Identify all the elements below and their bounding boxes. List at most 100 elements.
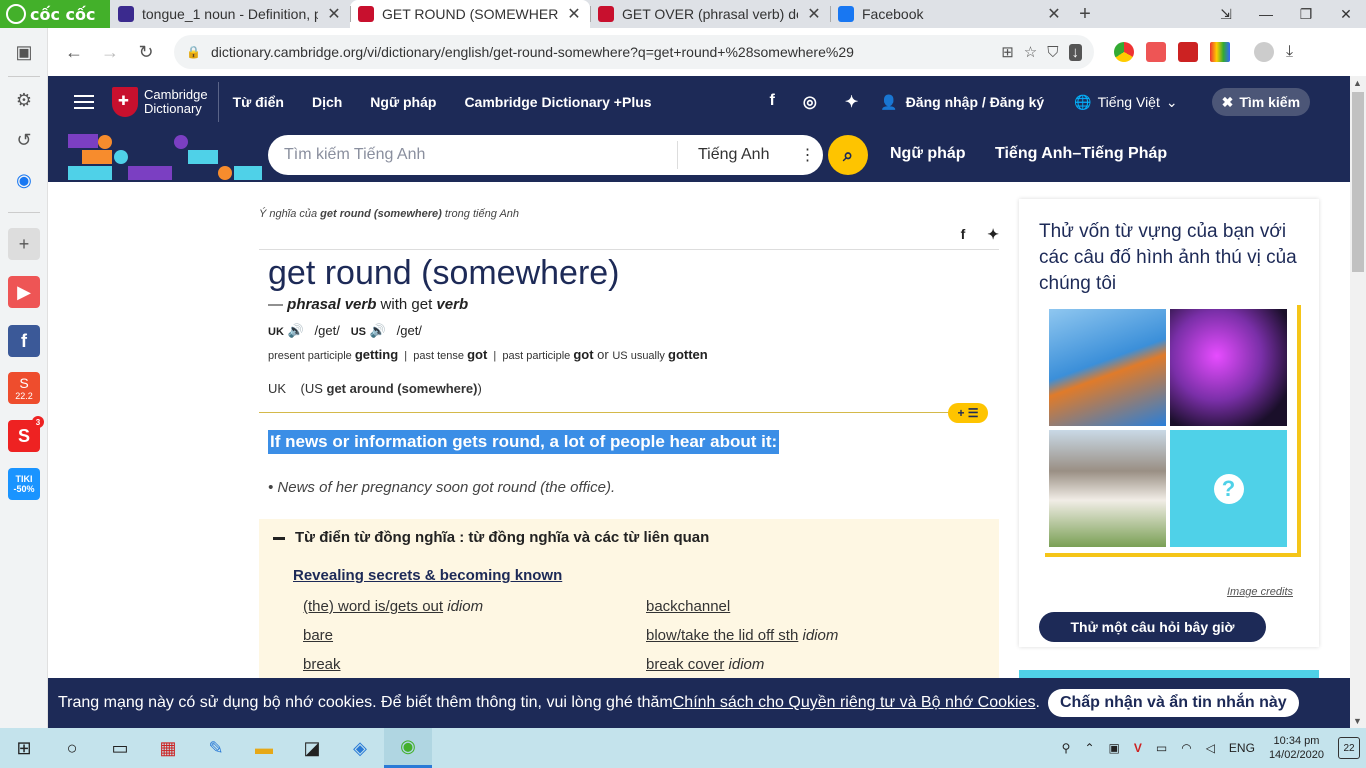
share-facebook-icon[interactable]: f	[961, 226, 966, 243]
thesaurus-item[interactable]: bare	[303, 627, 333, 644]
close-tab-icon[interactable]: ✕	[326, 4, 342, 24]
menu-hamburger-icon[interactable]	[74, 91, 94, 113]
translate-icon[interactable]: ⊞	[1001, 43, 1014, 61]
input-language[interactable]: ENG	[1229, 741, 1255, 755]
bookmark-star-icon[interactable]: ☆	[1024, 43, 1037, 61]
scroll-down-icon[interactable]: ▼	[1353, 716, 1362, 726]
browser-tab-4[interactable]: Facebook ✕	[830, 0, 1070, 28]
uk-audio-icon[interactable]: 🔊	[288, 323, 304, 338]
chrome-ext-icon[interactable]	[1114, 42, 1134, 62]
battery-icon[interactable]: ▭	[1156, 741, 1167, 755]
minimize-button[interactable]: —	[1246, 0, 1286, 28]
volume-icon[interactable]: ◁	[1206, 741, 1215, 755]
close-tab-icon[interactable]: ✕	[806, 4, 822, 24]
power-ext-icon[interactable]	[1178, 42, 1198, 62]
header-search-button[interactable]: ✖ Tìm kiếm	[1211, 88, 1311, 116]
playhouse-image[interactable]	[1049, 430, 1166, 547]
app-icon[interactable]: ▦	[144, 728, 192, 768]
messenger-icon[interactable]: ◉	[8, 164, 40, 196]
language-selector[interactable]: 🌐 Tiếng Việt ⌄	[1074, 94, 1177, 111]
nav-grammar[interactable]: Ngữ pháp	[370, 94, 436, 110]
facebook-app-icon[interactable]: f	[8, 325, 40, 357]
search-input[interactable]: Tìm kiếm Tiếng Anh Tiếng Anh ⋮	[268, 135, 823, 175]
restore-button[interactable]: ❐	[1286, 0, 1326, 28]
back-arrow-icon[interactable]: ←	[56, 42, 92, 63]
thesaurus-category[interactable]: Revealing secrets & becoming known	[293, 567, 562, 584]
thesaurus-toggle[interactable]: Từ điển từ đồng nghĩa : từ đồng nghĩa và…	[273, 529, 709, 546]
browser-tab-2[interactable]: GET ROUND (SOMEWHERE) | ✕	[350, 0, 590, 28]
youtube-icon[interactable]: ▶	[8, 276, 40, 308]
thesaurus-item[interactable]: backchannel	[646, 598, 730, 615]
search-submit-button[interactable]: ⌕	[828, 135, 868, 175]
paint-icon[interactable]: ✎	[192, 728, 240, 768]
url-field[interactable]: 🔒 dictionary.cambridge.org/vi/dictionary…	[174, 35, 1094, 69]
history-icon[interactable]: ↺	[8, 124, 40, 156]
reload-icon[interactable]: ↻	[128, 42, 164, 63]
close-window-button[interactable]: ✕	[1326, 0, 1366, 28]
english-french-link[interactable]: Tiếng Anh–Tiếng Pháp	[995, 145, 1167, 163]
pos-verb[interactable]: verb	[436, 296, 468, 313]
clock[interactable]: 10:34 pm 14/02/2020	[1269, 734, 1324, 762]
new-tab-button[interactable]: +	[1070, 0, 1100, 28]
image-credits-link[interactable]: Image credits	[1227, 586, 1293, 598]
login-link[interactable]: 👤 Đăng nhập / Đăng ký	[880, 94, 1044, 111]
shield-icon[interactable]: ⛉	[1047, 44, 1058, 61]
download-page-icon[interactable]: ↓	[1068, 43, 1082, 61]
page-scrollbar[interactable]: ▲ ▼	[1350, 76, 1366, 728]
forward-arrow-icon[interactable]: →	[92, 42, 128, 63]
sticky-notes-icon[interactable]: ◪	[288, 728, 336, 768]
settings-gear-icon[interactable]: ⚙	[8, 84, 40, 116]
thesaurus-item[interactable]: blow/take the lid off sth idiom	[646, 627, 838, 644]
close-tab-icon[interactable]: ✕	[566, 4, 582, 24]
twitter-icon[interactable]: ✦	[845, 92, 858, 112]
tray-app-icon[interactable]: ▣	[1109, 741, 1120, 755]
sidebar-toggle-icon[interactable]: ▣	[8, 36, 40, 68]
cambridge-logo[interactable]: Cambridge Dictionary	[112, 87, 208, 117]
waterslide-image[interactable]	[1049, 309, 1166, 426]
wifi-icon[interactable]: ◠	[1181, 741, 1191, 755]
color-ext-icon[interactable]	[1210, 42, 1230, 62]
app-icon[interactable]: ◈	[336, 728, 384, 768]
thesaurus-item[interactable]: break cover idiom	[646, 656, 764, 673]
add-to-wordlist-button[interactable]: + ☰	[948, 403, 988, 423]
privacy-policy-link[interactable]: Chính sách cho Quyền riêng tư và Bộ nhớ …	[673, 694, 1036, 712]
people-icon[interactable]: ⚲	[1062, 741, 1071, 755]
action-center-icon[interactable]: 22	[1338, 737, 1360, 759]
scroll-up-icon[interactable]: ▲	[1353, 78, 1362, 88]
sendo-icon[interactable]: S 3	[8, 416, 44, 452]
file-explorer-icon[interactable]: ▬	[240, 728, 288, 768]
share-twitter-icon[interactable]: ✦	[987, 226, 999, 243]
nav-plus[interactable]: Cambridge Dictionary +Plus	[464, 94, 651, 110]
add-app-icon[interactable]: +	[8, 228, 40, 260]
task-view-icon[interactable]: ▭	[96, 728, 144, 768]
chevron-up-icon[interactable]: ⌃	[1084, 741, 1094, 755]
facebook-icon[interactable]: f	[770, 92, 775, 112]
shopee-icon[interactable]: S 22.2	[8, 372, 40, 404]
profile-avatar[interactable]	[1254, 42, 1274, 62]
coccoc-taskbar-icon[interactable]: ◉	[384, 728, 432, 768]
windows-start-icon[interactable]: ⊞	[0, 728, 48, 768]
cortana-icon[interactable]: ○	[48, 728, 96, 768]
us-audio-icon[interactable]: 🔊	[370, 323, 386, 338]
instagram-icon[interactable]: ◎	[803, 92, 817, 112]
adblock-ext-icon[interactable]	[1146, 42, 1166, 62]
tab-search-icon[interactable]: ⇲	[1206, 0, 1246, 28]
dictionary-select[interactable]: Tiếng Anh ⋮	[677, 141, 823, 169]
vietkey-icon[interactable]: V	[1134, 741, 1142, 755]
tiki-icon[interactable]: TIKI -50%	[8, 468, 40, 500]
coccoc-brand-button[interactable]: cốc cốc	[0, 0, 110, 28]
mystery-tile[interactable]: ?	[1170, 430, 1287, 547]
close-tab-icon[interactable]: ✕	[1046, 4, 1062, 24]
carousel-image[interactable]	[1170, 309, 1287, 426]
browser-tab-1[interactable]: tongue_1 noun - Definition, p ✕	[110, 0, 350, 28]
browser-tab-3[interactable]: GET OVER (phrasal verb) defi ✕	[590, 0, 830, 28]
nav-translate[interactable]: Dịch	[312, 94, 342, 110]
nav-dictionary[interactable]: Từ điển	[233, 94, 284, 110]
downloads-icon[interactable]: ⤓	[1286, 43, 1293, 61]
accept-cookies-button[interactable]: Chấp nhận và ẩn tin nhắn này	[1047, 689, 1299, 717]
try-quiz-button[interactable]: Thử một câu hỏi bây giờ	[1039, 612, 1266, 642]
scroll-thumb[interactable]	[1352, 92, 1364, 272]
thesaurus-item[interactable]: (the) word is/gets out idiom	[303, 598, 483, 615]
grammar-link[interactable]: Ngữ pháp	[890, 145, 966, 163]
thesaurus-item[interactable]: break	[303, 656, 341, 673]
